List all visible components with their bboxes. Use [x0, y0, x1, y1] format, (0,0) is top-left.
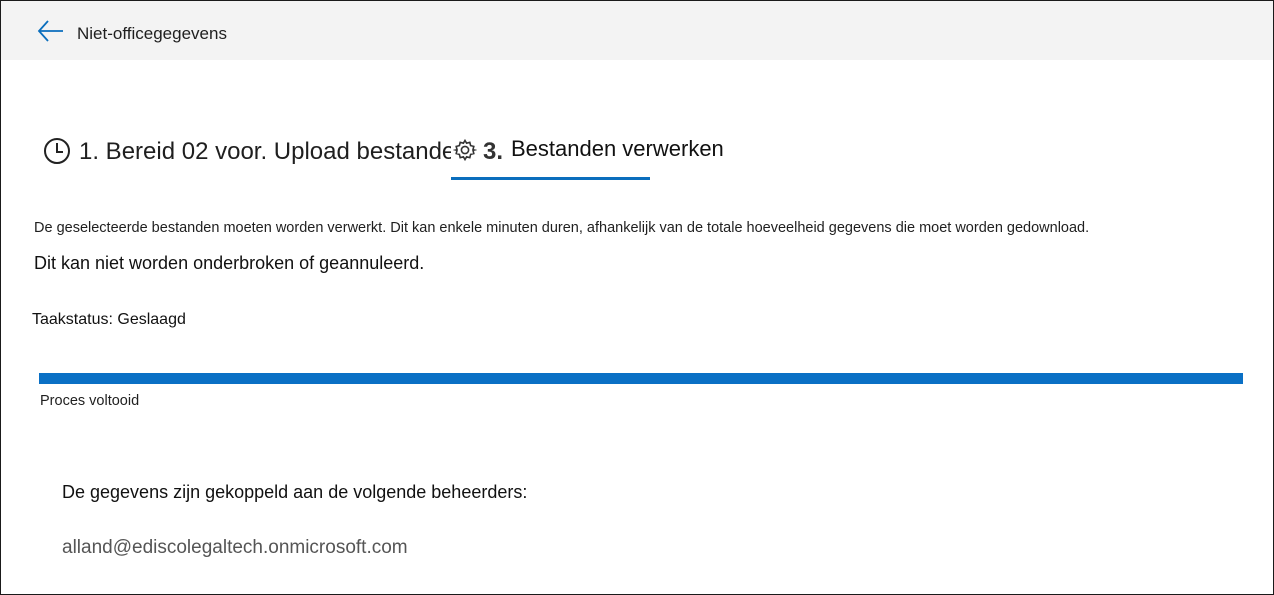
warning-text: Dit kan niet worden onderbroken of geann… — [34, 253, 425, 273]
gear-icon — [453, 138, 477, 162]
job-status: Taakstatus: Geslaagd — [32, 311, 186, 328]
processing-description: De geselecteerde bestanden moeten worden… — [34, 220, 1090, 236]
arrow-left-icon — [37, 20, 63, 42]
panel: Niet-officegegevens 1. Bereid 02 voor. U… — [0, 0, 1274, 595]
step-number: 3. — [483, 138, 504, 165]
clock-icon — [44, 138, 70, 164]
step-label: Bestanden verwerken — [511, 136, 724, 161]
progress-fill — [39, 373, 1243, 384]
header-bar: Niet-officegegevens — [1, 1, 1273, 60]
custodians-heading: De gegevens zijn gekoppeld aan de volgen… — [62, 482, 528, 502]
step-label: 1. Bereid 02 voor. Upload bestanden — [79, 138, 469, 165]
back-button[interactable] — [35, 17, 67, 45]
custodian-email: alland@ediscolegaltech.onmicrosoft.com — [62, 537, 408, 558]
progress-label: Proces voltooid — [40, 393, 140, 409]
page-title: Niet-officegegevens — [77, 24, 227, 43]
active-step-indicator — [451, 177, 650, 180]
progress-bar — [39, 373, 1243, 384]
